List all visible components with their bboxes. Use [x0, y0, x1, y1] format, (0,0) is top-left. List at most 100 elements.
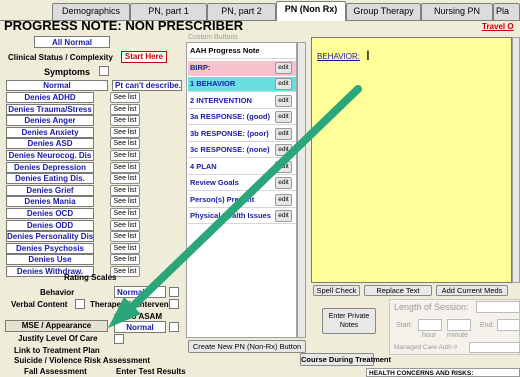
edit-button[interactable]: edit — [275, 111, 292, 123]
enter-private-notes-button[interactable]: Enter Private Notes — [322, 308, 376, 334]
page-title: PROGRESS NOTE: NON PRESCRIBER — [4, 18, 244, 33]
tab-plan[interactable]: Pla — [493, 3, 520, 20]
suicide-risk-assessment-link[interactable]: Suicide / Violence Risk Assessment — [14, 356, 150, 365]
custom-buttons-scrollbar[interactable] — [297, 42, 306, 338]
see-list-button[interactable]: See list — [110, 243, 140, 254]
tab-group-therapy[interactable]: Group Therapy — [346, 3, 421, 20]
symptom-denies-button[interactable]: Denies Grief — [6, 185, 94, 196]
symptom-denies-button[interactable]: Denies Neurocog. Dis — [6, 150, 94, 161]
see-list-button[interactable]: See list — [110, 231, 140, 242]
symptom-denies-button[interactable]: Denies Use — [6, 254, 94, 265]
symptom-denies-button[interactable]: Denies Psychosis — [6, 243, 94, 254]
custom-button-item[interactable]: BIRP: edit — [188, 61, 296, 76]
symptom-denies-button[interactable]: Denies ODD — [6, 220, 94, 231]
see-list-button[interactable]: See list — [110, 173, 140, 184]
therapeutic-intervent-checkbox[interactable] — [169, 299, 179, 309]
custom-button-item[interactable]: 3b RESPONSE: (poor) edit — [188, 127, 296, 142]
rating-scales-link[interactable]: Rating Scales — [64, 273, 116, 282]
edit-button[interactable]: edit — [275, 95, 292, 107]
normal-button[interactable]: Normal — [6, 80, 108, 91]
mse-appearance-button[interactable]: MSE / Appearance — [5, 320, 108, 332]
see-list-button[interactable]: See list — [110, 92, 140, 103]
symptom-denies-button[interactable]: Denies Eating Dis. — [6, 173, 94, 184]
see-list-button[interactable]: See list — [110, 196, 140, 207]
go-to-asam-link[interactable]: Go To ASAM — [114, 312, 162, 321]
managed-care-field[interactable] — [469, 342, 520, 353]
clinical-status-label: Clinical Status / Complexity — [8, 53, 113, 62]
start-here-button[interactable]: Start Here — [121, 51, 167, 63]
custom-button-label: 1 BEHAVIOR — [190, 79, 236, 88]
see-list-button[interactable]: See list — [110, 127, 140, 138]
see-list-button[interactable]: See list — [110, 162, 140, 173]
link-to-treatment-plan-link[interactable]: Link to Treatment Plan — [14, 346, 100, 355]
tab-pn-non-rx[interactable]: PN (Non Rx) — [276, 1, 346, 21]
symptom-denies-button[interactable]: Denies ASD — [6, 138, 94, 149]
note-editor[interactable]: BEHAVIOR: I — [311, 37, 512, 283]
symptom-denies-button[interactable]: Denies Trauma/Stress — [6, 104, 94, 115]
custom-button-item[interactable]: 3c RESPONSE: (none) edit — [188, 143, 296, 158]
create-new-pn-button[interactable]: Create New PN (Non-Rx) Button — [188, 340, 306, 353]
mse-normal-button[interactable]: Normal — [114, 321, 166, 333]
length-of-session-label: Length of Session: — [394, 302, 469, 312]
edit-button[interactable]: edit — [275, 177, 292, 189]
managed-care-label: Managed Care Auth # — [394, 344, 458, 351]
symptom-denies-button[interactable]: Denies Personality Dis. — [6, 231, 94, 242]
custom-button-item[interactable]: 4 PLAN edit — [188, 160, 296, 175]
see-list-button[interactable]: See list — [110, 185, 140, 196]
verbal-content-checkbox[interactable] — [75, 299, 85, 309]
see-list-button[interactable]: See list — [110, 150, 140, 161]
behavior-normal-button[interactable]: Normal — [114, 286, 166, 298]
see-list-button[interactable]: See list — [110, 220, 140, 231]
add-current-meds-button[interactable]: Add Current Meds — [436, 285, 508, 296]
justify-level-of-care-link[interactable]: Justify Level Of Care — [18, 334, 98, 343]
edit-button[interactable]: edit — [275, 161, 292, 173]
see-list-button[interactable]: See list — [110, 254, 140, 265]
length-of-session-field[interactable] — [476, 301, 520, 313]
bottom-text-snippet: HEALTH CONCERNS AND RISKS: — [369, 370, 474, 377]
symptom-denies-button[interactable]: Denies Anxiety — [6, 127, 94, 138]
cant-describe-button[interactable]: Pt can't describe... — [112, 80, 182, 91]
justify-checkbox[interactable] — [114, 334, 124, 344]
symptom-denies-button[interactable]: Denies Depression — [6, 162, 94, 173]
all-normal-button[interactable]: All Normal — [34, 36, 110, 48]
enter-test-results-link[interactable]: Enter Test Results — [116, 367, 186, 376]
edit-button[interactable]: edit — [275, 78, 292, 90]
edit-button[interactable]: edit — [275, 210, 292, 222]
see-list-button[interactable]: See list — [110, 104, 140, 115]
custom-button-item[interactable]: AAH Progress Note — [188, 44, 296, 59]
custom-button-item[interactable]: Person(s) Present edit — [188, 193, 296, 208]
edit-button[interactable]: edit — [275, 62, 292, 74]
see-list-button[interactable]: See list — [110, 138, 140, 149]
start-hour-field[interactable] — [418, 319, 442, 331]
edit-button[interactable]: edit — [275, 194, 292, 206]
start-minute-field[interactable] — [447, 319, 471, 331]
edit-button[interactable]: edit — [275, 144, 292, 156]
custom-button-label: Person(s) Present — [190, 195, 255, 204]
tab-nursing-pn[interactable]: Nursing PN — [421, 3, 493, 20]
custom-button-item[interactable]: Physical Health Issues edit — [188, 209, 296, 224]
see-list-button[interactable]: See list — [110, 115, 140, 126]
replace-text-button[interactable]: Replace Text — [364, 285, 432, 296]
mse-checkbox[interactable] — [169, 322, 179, 332]
symptom-denies-button[interactable]: Denies Anger — [6, 115, 94, 126]
fall-assessment-link[interactable]: Fall Assessment — [24, 367, 87, 376]
see-list-button[interactable]: See list — [110, 208, 140, 219]
symptom-denies-button[interactable]: Denies OCD — [6, 208, 94, 219]
symptom-denies-button[interactable]: Denies ADHD — [6, 92, 94, 103]
symptom-denies-button[interactable]: Denies Mania — [6, 196, 94, 207]
symptoms-checkbox[interactable] — [99, 66, 109, 76]
custom-button-item[interactable]: 3a RESPONSE: (good) edit — [188, 110, 296, 125]
therapeutic-intervent-label: Therapeutic Intervent. — [90, 300, 174, 309]
custom-button-item[interactable]: 2 INTERVENTION edit — [188, 94, 296, 109]
editor-scrollbar[interactable] — [512, 37, 520, 283]
bottom-text-area[interactable]: HEALTH CONCERNS AND RISKS: — [366, 368, 520, 377]
custom-button-item[interactable]: Review Goals edit — [188, 176, 296, 191]
spell-check-button[interactable]: Spell Check — [313, 285, 360, 296]
travel-link[interactable]: Travel O — [482, 22, 514, 31]
behavior-checkbox[interactable] — [169, 287, 179, 297]
end-hour-field[interactable] — [497, 319, 520, 331]
custom-button-item[interactable]: 1 BEHAVIOR edit — [188, 77, 296, 92]
course-during-treatment-button[interactable]: Course During Treatment — [300, 353, 391, 366]
edit-button[interactable]: edit — [275, 128, 292, 140]
symptoms-label: Symptoms — [44, 67, 91, 77]
